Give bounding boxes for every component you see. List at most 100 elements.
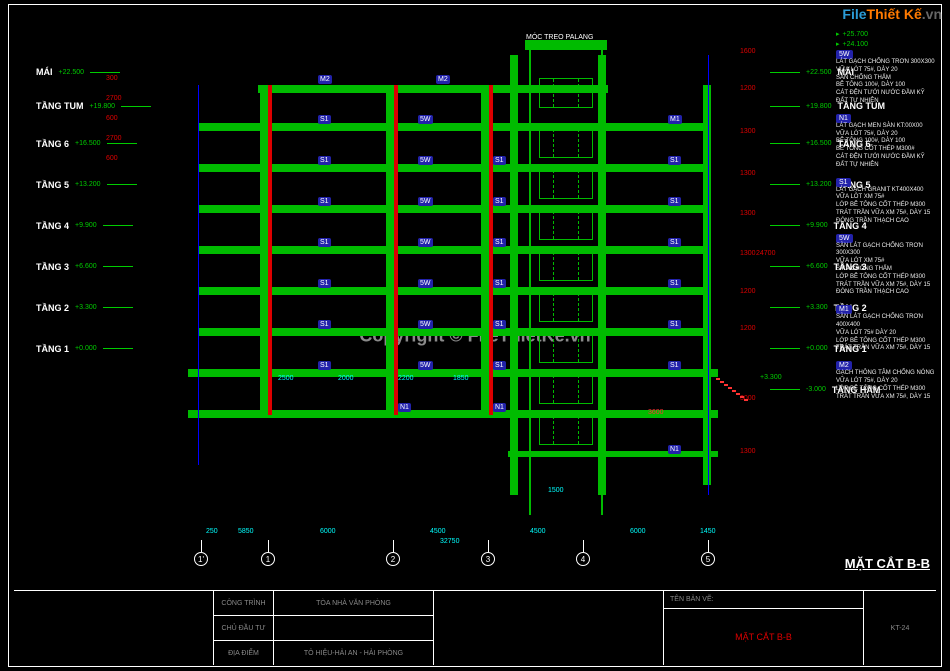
marker: 5W xyxy=(418,197,433,206)
dim: 1200 xyxy=(740,85,756,92)
tb-label: CÔNG TRÌNH xyxy=(214,591,273,616)
floor-label: TẦNG 5 xyxy=(36,180,69,190)
marker: 5W xyxy=(418,238,433,247)
axis-n: 1' xyxy=(198,555,204,564)
legend-item: LỚP BÊ TÔNG CỐT THÉP M300 xyxy=(836,274,938,282)
dim: 1850 xyxy=(453,375,469,382)
axis-n: 5 xyxy=(706,555,710,564)
dim: 2000 xyxy=(338,375,354,382)
floor-elev: +0.000 xyxy=(75,345,97,352)
legend-item: VỮA LÓT 75# DÀY 20 xyxy=(836,330,938,338)
tb-label: ĐỊA ĐIỂM xyxy=(214,641,273,665)
legend-item: GẠCH THÔNG TÂM CHỐNG NÓNG xyxy=(836,370,938,378)
dim-total: 24700 xyxy=(756,250,775,257)
marker: S1 xyxy=(318,197,331,206)
marker: 5W xyxy=(418,279,433,288)
dim: 1300 xyxy=(740,448,756,455)
legend-item: TRÁT TRẦN VỮA XM 75#, DÀY 15 xyxy=(836,210,938,218)
marker-m2: M2 xyxy=(318,75,332,84)
cad-canvas: FileThiết Kế.vn Copyright © FileThietKe.… xyxy=(0,0,950,671)
legend-item: ĐÓNG TRẦN THẠCH CAO xyxy=(836,218,938,226)
marker: N1 xyxy=(398,403,411,412)
floor-label: TẦNG 1 xyxy=(36,344,69,354)
section-title: MẶT CẮT B-B xyxy=(845,556,930,571)
dim: 1300 xyxy=(740,170,756,177)
dim: 1200 xyxy=(740,325,756,332)
legend-tag: 5W xyxy=(836,50,853,59)
tb-label: TÊN BẢN VẼ: xyxy=(664,591,863,609)
elevator-shaft xyxy=(525,40,607,515)
legend-item: ĐÓNG TRẦN THẠCH CAO xyxy=(836,289,938,297)
floor-label: TẦNG 6 xyxy=(36,139,69,149)
dim: 6000 xyxy=(630,528,646,535)
marker: 5W xyxy=(418,361,433,370)
legend-tag: 5W xyxy=(836,234,853,243)
dim: 600 xyxy=(106,115,118,122)
marker-s1: S1 xyxy=(318,115,331,124)
legend-item: SÀN LÁT GẠCH CHỐNG TRƠN 400X400 xyxy=(836,314,938,330)
dim: 4500 xyxy=(530,528,546,535)
dim: 1300 xyxy=(740,250,756,257)
marker-5w: 5W xyxy=(418,115,433,124)
watermark-logo: FileThiết Kế.vn xyxy=(842,6,942,22)
legend-item: LỚP BÊ TÔNG CỐT THÉP M300 xyxy=(836,202,938,210)
marker: S1 xyxy=(493,279,506,288)
floor-elev: +3.300 xyxy=(75,304,97,311)
axis-n: 2 xyxy=(391,555,395,564)
dim: 6000 xyxy=(320,528,336,535)
stair-elev: +3.300 xyxy=(760,374,782,381)
marker: 5W xyxy=(418,156,433,165)
floor-labels-left: MÁI+22.500 TẦNG TUM+19.800 TẦNG 6+16.500… xyxy=(36,55,151,369)
legend-elev-v: +24.100 xyxy=(843,41,869,48)
building-section: M2 M2 S1 5W M1 S1 5W S1 S1 S1 5W S1 S1 S… xyxy=(198,55,708,500)
dim: 1600 xyxy=(740,48,756,55)
dim: 1200 xyxy=(740,288,756,295)
marker: S1 xyxy=(493,361,506,370)
legend-item: SÀN LÁT GẠCH CHỐNG TRƠN 300X300 xyxy=(836,243,938,259)
dim: 4500 xyxy=(430,528,446,535)
floor-elev: +16.500 xyxy=(806,140,832,147)
legend-item: LÁT GẠCH CHỐNG TRƠN 300X300 xyxy=(836,59,938,67)
dim: 2500 xyxy=(278,375,294,382)
marker-m2: M2 xyxy=(436,75,450,84)
legend-item: TRÁT TRẦN VỮA XM 75#, DÀY 15 xyxy=(836,345,938,353)
legend-item: VỮA LÓT 75#, DÀY 20 xyxy=(836,67,938,75)
marker: S1 xyxy=(318,361,331,370)
floor-label: TẦNG 4 xyxy=(36,221,69,231)
marker: S1 xyxy=(668,238,681,247)
floor-label: TẦNG 2 xyxy=(36,303,69,313)
axis-n: 1 xyxy=(266,555,270,564)
legend-tag: M1 xyxy=(836,305,852,314)
floor-elev: +6.600 xyxy=(806,263,828,270)
marker: S1 xyxy=(493,320,506,329)
titleblock: CÔNG TRÌNH CHỦ ĐẦU TƯ ĐỊA ĐIỂM TÒA NHÀ V… xyxy=(14,590,936,665)
marker: S1 xyxy=(668,197,681,206)
tb-label: CHỦ ĐẦU TƯ xyxy=(214,616,273,641)
marker: S1 xyxy=(318,156,331,165)
wm-file: File xyxy=(842,6,866,22)
floor-elev: +13.200 xyxy=(75,181,101,188)
floor-elev: +9.900 xyxy=(806,222,828,229)
floor-elev: +3.300 xyxy=(806,304,828,311)
dim: 1300 xyxy=(740,128,756,135)
marker: S1 xyxy=(668,156,681,165)
stairs xyxy=(716,378,758,402)
dim: 2700 xyxy=(106,135,122,142)
axis-n: 3 xyxy=(486,555,490,564)
floor-elev: +9.900 xyxy=(75,222,97,229)
marker: S1 xyxy=(493,238,506,247)
marker: S1 xyxy=(493,197,506,206)
dim: 1300 xyxy=(740,210,756,217)
marker: S1 xyxy=(493,156,506,165)
floor-elev: +22.500 xyxy=(59,69,85,76)
floor-label: TẦNG 3 xyxy=(36,262,69,272)
legend-item: LÁT GẠCH MEN SÀN KT:00X00 xyxy=(836,123,938,131)
marker: N1 xyxy=(668,445,681,454)
legend-item: VỮA LÓT 75#, DÀY 20 xyxy=(836,378,938,386)
dim: 600 xyxy=(106,155,118,162)
dim: 2700 xyxy=(106,95,122,102)
tb-sheet: KT-24 xyxy=(864,591,936,665)
wm-thietke: Thiết Kế xyxy=(867,6,922,22)
floor-elev: -3.000 xyxy=(806,386,826,393)
legend-item: BÊ TÔNG 100#, DÀY 100 xyxy=(836,138,938,146)
